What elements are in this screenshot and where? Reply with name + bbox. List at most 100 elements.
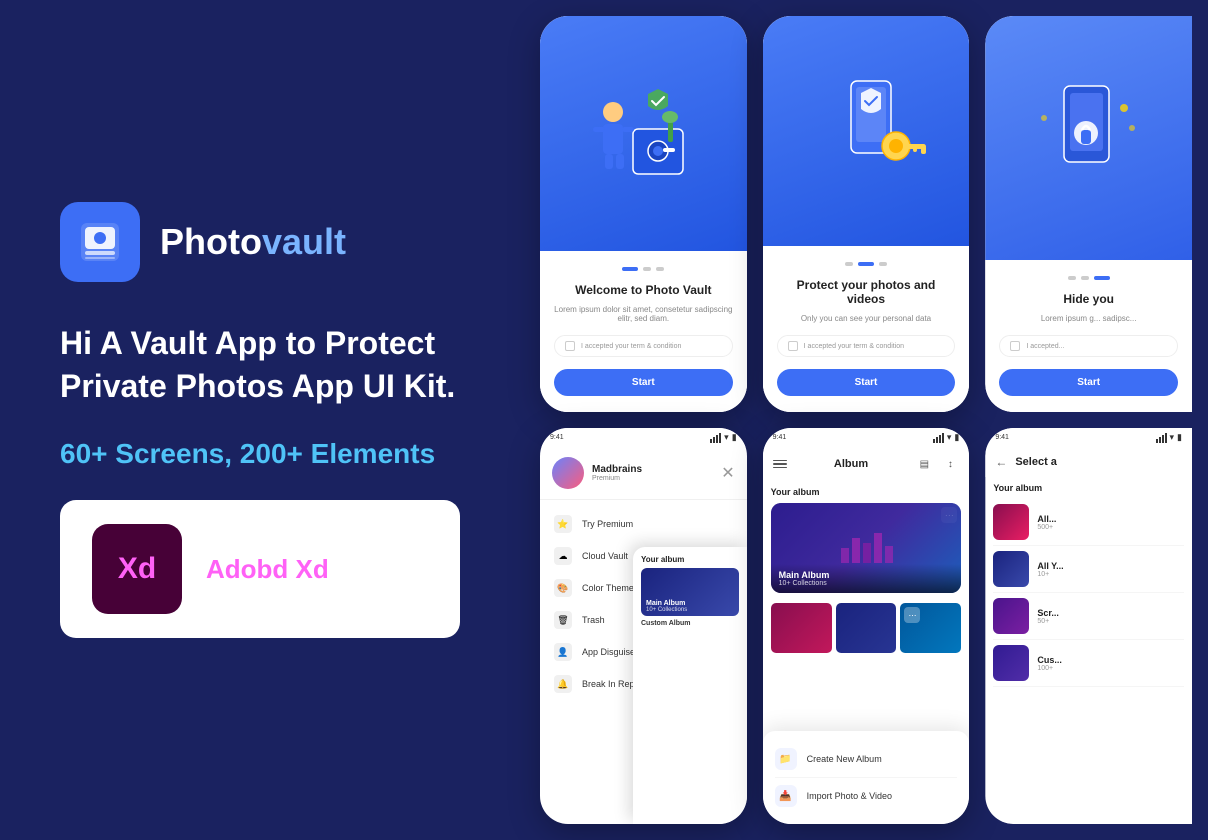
overlay-album-name: Main Album: [646, 600, 687, 607]
main-album-overlay: Main Album 10+ Collections: [771, 564, 962, 593]
battery-icon-6: ▮: [1177, 432, 1182, 443]
hamburger-icon[interactable]: [773, 460, 787, 469]
album-thumb-1[interactable]: [771, 603, 832, 653]
album-screen: 9:41 ▾ ▮ Album: [763, 428, 970, 824]
album-thumb-3[interactable]: ⋯: [900, 603, 961, 653]
select-thumb-2: [993, 551, 1029, 587]
select-list: Your album All... 500+ All Y... 10+: [985, 477, 1192, 824]
start-button-2[interactable]: Start: [777, 369, 956, 396]
select-info-2: All Y... 10+: [1037, 561, 1184, 578]
album-options[interactable]: ⋯: [904, 607, 920, 623]
overlay-custom-album: Custom Album: [641, 620, 739, 627]
select-count-2: 10+: [1037, 571, 1184, 578]
menu-user-info: Madbrains Premium: [552, 457, 642, 489]
onboard-3-subtitle: Lorem ipsum g... sadipsc...: [999, 314, 1178, 323]
signal-icon-5: [933, 433, 944, 443]
vault-illustration-2: [801, 71, 931, 191]
app-logo-icon: [60, 202, 140, 282]
menu-item-premium[interactable]: ⭐ Try Premium: [540, 508, 747, 540]
select-item-4[interactable]: Cus... 100+: [993, 640, 1184, 687]
xd-label: Adobd Xd: [206, 554, 329, 585]
logo-row: Photovault: [60, 202, 480, 282]
select-name-2: All Y...: [1037, 561, 1184, 571]
cloud-icon: ☁: [554, 547, 572, 565]
import-photo-action[interactable]: 📥 Import Photo & Video: [775, 778, 958, 814]
select-album-screen: 9:41 ▾ ▮ ← Select a Your album: [985, 428, 1192, 824]
bell-icon: 🔔: [554, 675, 572, 693]
dot-2: [643, 267, 651, 271]
onboard-screen-1: Welcome to Photo Vault Lorem ipsum dolor…: [540, 16, 747, 412]
overlay-main-album: Main Album 10+ Collections: [641, 568, 739, 616]
onboard-1-title: Welcome to Photo Vault: [554, 283, 733, 297]
main-album-card[interactable]: ⋯ Main Album 10+ Col: [771, 503, 962, 593]
app-name-vault: vault: [262, 221, 346, 262]
battery-icon-5: ▮: [954, 432, 959, 443]
left-panel: Photovault Hi A Vault App to Protect Pri…: [0, 0, 540, 840]
start-button-1[interactable]: Start: [554, 369, 733, 396]
terms-checkbox-1[interactable]: [565, 341, 575, 351]
select-header: ← Select a: [985, 447, 1192, 477]
terms-text-2: I accepted your term & condition: [804, 343, 904, 350]
wifi-icon: ▾: [724, 432, 729, 443]
terms-checkbox-3[interactable]: [1010, 341, 1020, 351]
your-album-label: Your album: [771, 487, 962, 497]
select-info-1: All... 500+: [1037, 514, 1184, 531]
terms-row-3[interactable]: I accepted...: [999, 335, 1178, 357]
xd-icon: Xd: [92, 524, 182, 614]
signal-icon-6: [1156, 433, 1167, 443]
select-item-1[interactable]: All... 500+: [993, 499, 1184, 546]
signal-icon: [710, 433, 721, 443]
status-icons-6: ▾ ▮: [1156, 432, 1182, 443]
user-avatar: [552, 457, 584, 489]
album-grid: ⋯: [771, 603, 962, 653]
grid-icon[interactable]: ▤: [915, 455, 933, 473]
app-tagline: Hi A Vault App to Protect Private Photos…: [60, 322, 480, 408]
close-menu-button[interactable]: ✕: [721, 463, 734, 483]
overlay-your-album: Your album: [641, 555, 739, 564]
select-name-4: Cus...: [1037, 655, 1184, 665]
premium-icon: ⭐: [554, 515, 572, 533]
menu-screen: 9:41 ▾ ▮ Madbrains: [540, 428, 747, 824]
select-count-4: 100+: [1037, 665, 1184, 672]
overlay-album-count: 10+ Collections: [646, 607, 687, 613]
stats-text: 60+ Screens, 200+ Elements: [60, 438, 480, 470]
menu-item-color-label: Color Theme: [582, 583, 634, 593]
dot-3: [656, 267, 664, 271]
create-album-action[interactable]: 📁 Create New Album: [775, 741, 958, 778]
select-item-2[interactable]: All Y... 10+: [993, 546, 1184, 593]
back-button[interactable]: ←: [995, 455, 1007, 469]
select-item-3[interactable]: Scr... 50+: [993, 593, 1184, 640]
album-preview-overlay: Your album Main Album 10+ Collections Cu…: [633, 547, 747, 824]
album-thumb-2[interactable]: [836, 603, 897, 653]
select-name-1: All...: [1037, 514, 1184, 524]
start-button-3[interactable]: Start: [999, 369, 1178, 396]
create-album-text: Create New Album: [807, 754, 882, 764]
terms-text-3: I accepted...: [1026, 343, 1064, 350]
onboard-screen-2: Protect your photos and videos Only you …: [763, 16, 970, 412]
disguiser-icon: 👤: [554, 643, 572, 661]
menu-item-trash-label: Trash: [582, 615, 605, 625]
create-album-icon: 📁: [775, 748, 797, 770]
main-album-name: Main Album: [779, 570, 954, 580]
sort-icon[interactable]: ↕: [941, 455, 959, 473]
dot-active-3: [1094, 276, 1110, 280]
trash-icon: 🗑: [554, 611, 572, 629]
terms-text-1: I accepted your term & condition: [581, 343, 681, 350]
album-title: Album: [834, 458, 868, 470]
terms-row-2[interactable]: I accepted your term & condition: [777, 335, 956, 357]
onboard-3-title: Hide you: [999, 292, 1178, 306]
status-icons-4: ▾ ▮: [710, 432, 736, 443]
photo-vault-icon: [75, 217, 125, 267]
onboard-2-title: Protect your photos and videos: [777, 278, 956, 306]
status-bar-4: 9:41 ▾ ▮: [540, 428, 747, 447]
select-count-3: 50+: [1037, 618, 1184, 625]
terms-checkbox-2[interactable]: [788, 341, 798, 351]
vault-illustration-3: [1024, 78, 1154, 198]
wifi-icon-5: ▾: [947, 432, 952, 443]
time-5: 9:41: [773, 434, 787, 441]
dot-indicators-1: [554, 267, 733, 271]
album-content: Your album ⋯: [763, 481, 970, 731]
select-name-3: Scr...: [1037, 608, 1184, 618]
terms-row-1[interactable]: I accepted your term & condition: [554, 335, 733, 357]
dot-indicators-2: [777, 262, 956, 266]
